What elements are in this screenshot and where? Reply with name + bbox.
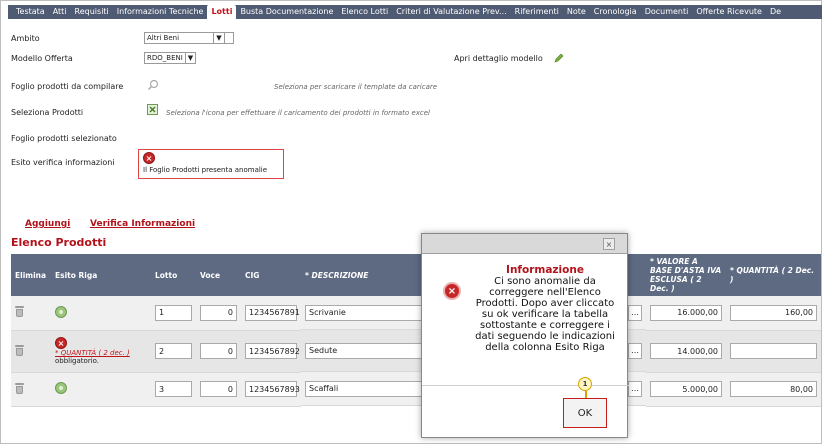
tab-criteri-valutazione[interactable]: Criteri di Valutazione Prev... <box>392 5 510 19</box>
header-cig: CIG <box>241 254 301 296</box>
cig-field[interactable]: 1234567893 <box>245 381 300 397</box>
dialog-divider <box>422 385 629 386</box>
products-table: Elimina Esito Riga Lotto Voce CIG * DESC… <box>11 254 821 407</box>
ok-status-icon <box>55 382 67 394</box>
lotto-field[interactable]: 3 <box>155 381 192 397</box>
quantita-field[interactable] <box>730 343 817 359</box>
foglio-hint: Seleziona per scaricare il template da c… <box>274 83 438 91</box>
more-button[interactable]: … <box>628 342 642 359</box>
voce-field[interactable]: 0 <box>200 343 237 359</box>
trash-icon[interactable] <box>15 306 24 318</box>
esito-label: Esito verifica informazioni <box>11 158 115 167</box>
tab-note[interactable]: Note <box>563 5 590 19</box>
trash-icon[interactable] <box>15 382 24 394</box>
modello-select[interactable]: RDO_BENI ▼ <box>144 52 196 64</box>
header-voce: Voce <box>196 254 241 296</box>
tab-documenti[interactable]: Documenti <box>641 5 693 19</box>
tab-cronologia[interactable]: Cronologia <box>590 5 641 19</box>
error-icon: × <box>55 337 67 349</box>
delete-cell <box>11 372 51 407</box>
table-row: 1 0 1234567891 Scrivanie … 16.000,00 160… <box>11 296 821 331</box>
tab-elenco-lotti[interactable]: Elenco Lotti <box>337 5 392 19</box>
tab-riferimenti[interactable]: Riferimenti <box>511 5 563 19</box>
dialog-title: Informazione <box>506 264 584 276</box>
tab-lotti[interactable]: Lotti <box>207 5 237 19</box>
table-row: 3 0 1234567893 Scaffali … 5.000,00 80,00 <box>11 372 821 407</box>
valore-field[interactable]: 16.000,00 <box>650 304 722 321</box>
ambito-label: Ambito <box>11 34 40 43</box>
quantita-field[interactable]: 160,00 <box>730 304 817 321</box>
seleziona-hint: Seleziona l'icona per effettuare il cari… <box>166 109 430 117</box>
ambito-value: Altri Beni <box>147 34 180 42</box>
error-icon: × <box>443 282 461 300</box>
esito-cell <box>51 296 151 331</box>
valore-field[interactable]: 5.000,00 <box>650 381 722 397</box>
delete-cell <box>11 330 51 373</box>
seleziona-label: Seleziona Prodotti <box>11 108 84 117</box>
esito-cell: × * QUANTITÀ ( 2 dec. ) obbligatorio. <box>51 330 151 373</box>
more-button[interactable]: … <box>628 304 642 321</box>
step-callout-badge: 1 <box>578 377 592 391</box>
error-field-link[interactable]: * QUANTITÀ ( 2 dec. ) <box>55 349 147 357</box>
chevron-down-icon: ▼ <box>213 33 225 43</box>
dialog-message: Ci sono anomalie da correggere nell'Elen… <box>475 276 615 353</box>
more-button[interactable]: … <box>628 380 642 397</box>
header-valore: * VALORE A BASE D'ASTA IVA ESCLUSA ( 2 D… <box>646 254 726 296</box>
dialog-header: × <box>422 234 627 254</box>
close-icon[interactable]: × <box>603 238 615 250</box>
apri-dettaglio-label: Apri dettaglio modello <box>454 54 543 63</box>
tab-de[interactable]: De <box>766 5 785 19</box>
callout-connector <box>585 391 587 398</box>
lotto-field[interactable]: 2 <box>155 343 192 359</box>
quantita-field[interactable]: 80,00 <box>730 381 817 397</box>
header-elimina: Elimina <box>11 254 51 296</box>
ok-button[interactable]: OK <box>563 398 607 428</box>
modello-value: RDO_BENI <box>147 54 183 62</box>
cig-field[interactable]: 1234567892 <box>245 343 300 359</box>
pencil-icon[interactable] <box>554 53 564 63</box>
esito-text: Il Foglio Prodotti presenta anomalie <box>143 166 268 174</box>
excel-upload-icon[interactable] <box>147 104 158 115</box>
voce-field[interactable]: 0 <box>200 381 237 397</box>
tab-testata[interactable]: Testata <box>12 5 49 19</box>
trash-icon[interactable] <box>15 344 24 356</box>
esito-box: × Il Foglio Prodotti presenta anomalie <box>138 149 284 179</box>
header-quantita: * QUANTITÀ ( 2 Dec. ) <box>726 254 821 296</box>
esito-cell <box>51 372 151 407</box>
verifica-informazioni-link[interactable]: Verifica Informazioni <box>90 219 195 229</box>
ok-status-icon <box>55 305 67 318</box>
table-header-row: Elimina Esito Riga Lotto Voce CIG * DESC… <box>11 254 821 296</box>
tab-busta-documentazione[interactable]: Busta Documentazione <box>236 5 337 19</box>
page-frame: Testata Atti Requisiti Informazioni Tecn… <box>0 0 822 444</box>
chevron-down-icon: ▼ <box>185 53 195 63</box>
tab-atti[interactable]: Atti <box>49 5 71 19</box>
table-row: × * QUANTITÀ ( 2 dec. ) obbligatorio. 2 … <box>11 330 821 373</box>
tab-bar: Testata Atti Requisiti Informazioni Tecn… <box>8 5 822 19</box>
tab-informazioni-tecniche[interactable]: Informazioni Tecniche <box>113 5 208 19</box>
information-dialog: × × Informazione Ci sono anomalie da cor… <box>421 233 629 438</box>
delete-cell <box>11 296 51 331</box>
header-lotto: Lotto <box>151 254 196 296</box>
cig-field[interactable]: 1234567891 <box>245 304 300 321</box>
section-title: Elenco Prodotti <box>11 236 107 249</box>
error-icon: × <box>143 152 155 164</box>
foglio-selezionato-label: Foglio prodotti selezionato <box>11 134 117 143</box>
valore-field[interactable]: 14.000,00 <box>650 343 722 359</box>
tab-requisiti[interactable]: Requisiti <box>71 5 113 19</box>
header-esito: Esito Riga <box>51 254 151 296</box>
tab-offerte-ricevute[interactable]: Offerte Ricevute <box>692 5 766 19</box>
aggiungi-link[interactable]: Aggiungi <box>25 219 70 229</box>
error-message: obbligatorio. <box>55 357 100 365</box>
voce-field[interactable]: 0 <box>200 304 237 321</box>
foglio-label: Foglio prodotti da compilare <box>11 82 124 91</box>
ambito-select[interactable]: Altri Beni ▼ <box>144 32 234 44</box>
search-icon[interactable] <box>147 79 159 91</box>
modello-label: Modello Offerta <box>11 54 73 63</box>
lotto-field[interactable]: 1 <box>155 304 192 321</box>
